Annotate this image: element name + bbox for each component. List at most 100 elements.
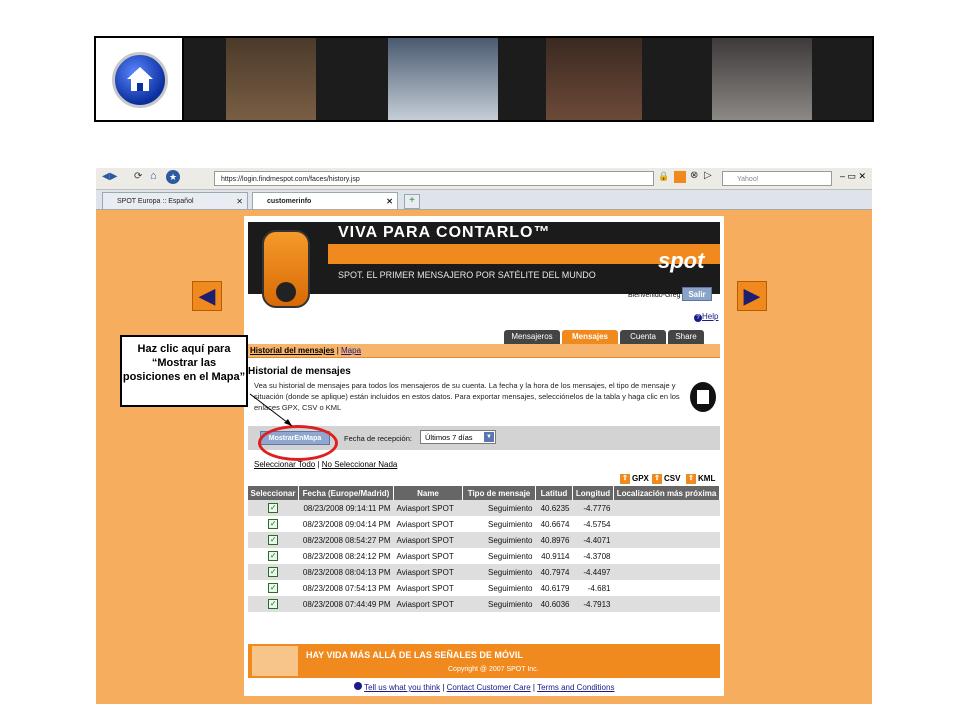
nav-tab-share[interactable]: Share bbox=[668, 330, 704, 344]
export-kml-link[interactable]: ⇧ KML bbox=[686, 474, 715, 484]
col-header-type[interactable]: Tipo de mensaje bbox=[462, 486, 536, 500]
cell-date: 08/23/2008 07:54:13 PM bbox=[298, 580, 394, 596]
checkbox-checked-icon[interactable]: ✓ bbox=[268, 551, 279, 561]
nav-tab-cuenta[interactable]: Cuenta bbox=[620, 330, 666, 344]
row-checkbox[interactable]: ✓ bbox=[248, 580, 299, 596]
logout-button[interactable]: Salir bbox=[682, 287, 712, 301]
cell-lon: -4.5754 bbox=[572, 516, 614, 532]
cell-name: Aviasport SPOT bbox=[393, 564, 463, 580]
home-icon[interactable]: ⌂ bbox=[150, 170, 157, 182]
table-header-row: Seleccionar Fecha (Europe/Madrid) Name T… bbox=[248, 486, 720, 500]
back-forward-icon[interactable]: ◀▶ bbox=[102, 171, 117, 182]
table-row[interactable]: ✓ 08/23/2008 09:04:14 PM Aviasport SPOT Seg… bbox=[248, 516, 720, 532]
close-icon[interactable]: ✕ bbox=[386, 193, 393, 210]
top-banner bbox=[94, 36, 874, 122]
export-gpx-label: GPX bbox=[632, 474, 649, 483]
nav-tab-mensajes[interactable]: Mensajes bbox=[562, 330, 618, 344]
cell-lat: 40.9114 bbox=[535, 548, 573, 564]
cell-name: Aviasport SPOT bbox=[393, 548, 463, 564]
export-kml-label: KML bbox=[698, 474, 716, 483]
date-filter-label: Fecha de recepción: bbox=[344, 434, 412, 443]
select-none-link[interactable]: No Seleccionar Nada bbox=[322, 460, 398, 469]
col-header-select[interactable]: Seleccionar bbox=[248, 486, 299, 500]
footer-band: HAY VIDA MÁS ALLÁ DE LAS SEÑALES DE MÓVI… bbox=[248, 644, 720, 678]
site-header: VIVA PARA CONTARLO™ SPOT. EL PRIMER MENS… bbox=[248, 222, 720, 308]
checkbox-checked-icon[interactable]: ✓ bbox=[268, 503, 279, 513]
export-csv-link[interactable]: ⇧ CSV bbox=[652, 474, 680, 484]
feedback-link[interactable]: Tell us what you think bbox=[364, 683, 440, 692]
contact-link[interactable]: Contact Customer Care bbox=[447, 683, 531, 692]
col-header-lat[interactable]: Latitud bbox=[535, 486, 573, 500]
table-row[interactable]: ✓ 08/23/2008 07:44:49 PM Aviasport SPOT Seg… bbox=[248, 596, 720, 612]
callout-box: Haz clic aquí para “Mostrar las posicion… bbox=[120, 335, 248, 407]
lock-icon: 🔒 bbox=[658, 171, 670, 181]
home-button[interactable] bbox=[112, 52, 168, 108]
row-checkbox[interactable]: ✓ bbox=[248, 532, 299, 548]
table-row[interactable]: ✓ 08/23/2008 08:04:13 PM Aviasport SPOT Seg… bbox=[248, 564, 720, 580]
cell-lon: -4.4071 bbox=[572, 532, 614, 548]
spot-logo: spot bbox=[658, 248, 705, 273]
close-icon[interactable]: ✕ bbox=[236, 193, 243, 210]
prev-slide-button[interactable]: ◀ bbox=[192, 281, 222, 311]
table-row[interactable]: ✓ 08/23/2008 09:14:11 PM Aviasport SPOT Seg… bbox=[248, 500, 720, 516]
url-input[interactable]: https://login.findmespot.com/faces/histo… bbox=[214, 171, 654, 186]
cell-type: Seguimiento bbox=[462, 580, 536, 596]
row-checkbox[interactable]: ✓ bbox=[248, 516, 299, 532]
checkbox-checked-icon[interactable]: ✓ bbox=[268, 567, 279, 577]
stop-icon[interactable]: ⊗ bbox=[690, 170, 698, 181]
row-checkbox[interactable]: ✓ bbox=[248, 564, 299, 580]
nav-tab-mensajeros[interactable]: Mensajeros bbox=[504, 330, 560, 344]
cell-lat: 40.6235 bbox=[535, 500, 573, 516]
favorites-star-icon[interactable]: ★ bbox=[166, 170, 180, 184]
col-header-date[interactable]: Fecha (Europe/Madrid) bbox=[298, 486, 394, 500]
row-checkbox[interactable]: ✓ bbox=[248, 500, 299, 516]
world-map-icon bbox=[252, 646, 298, 676]
table-row[interactable]: ✓ 08/23/2008 08:24:12 PM Aviasport SPOT Seg… bbox=[248, 548, 720, 564]
date-filter-value: Últimos 7 días bbox=[425, 433, 473, 442]
table-row[interactable]: ✓ 08/23/2008 08:54:27 PM Aviasport SPOT Seg… bbox=[248, 532, 720, 548]
col-header-lon[interactable]: Longitud bbox=[572, 486, 614, 500]
go-icon[interactable]: ▷ bbox=[704, 170, 712, 181]
tab-spot-europa[interactable]: SPOT Europa :: Español ✕ bbox=[102, 192, 248, 209]
photo-backpack bbox=[546, 38, 642, 120]
row-checkbox[interactable]: ✓ bbox=[248, 548, 299, 564]
search-input[interactable]: Yahoo! bbox=[722, 171, 832, 186]
next-slide-button[interactable]: ▶ bbox=[737, 281, 767, 311]
breadcrumb-history[interactable]: Historial del mensajes bbox=[250, 346, 334, 355]
select-all-link[interactable]: Seleccionar Todo bbox=[254, 460, 315, 469]
refresh-icon[interactable]: ⟳ bbox=[134, 171, 142, 182]
photo-hiker bbox=[226, 38, 316, 120]
checkbox-checked-icon[interactable]: ✓ bbox=[268, 599, 279, 609]
export-gpx-link[interactable]: ⇧ GPX bbox=[620, 474, 649, 484]
tab-label: SPOT Europa :: Español bbox=[117, 198, 194, 205]
checkbox-checked-icon[interactable]: ✓ bbox=[268, 535, 279, 545]
col-header-name[interactable]: Name bbox=[393, 486, 463, 500]
section-description: Vea su historial de mensajes para todos … bbox=[254, 381, 680, 412]
row-checkbox[interactable]: ✓ bbox=[248, 596, 299, 612]
cell-type: Seguimiento bbox=[462, 516, 536, 532]
breadcrumb-map-link[interactable]: Mapa bbox=[341, 346, 361, 355]
export-document-icon bbox=[690, 382, 716, 412]
feedback-icon bbox=[354, 682, 362, 690]
table-row[interactable]: ✓ 08/23/2008 07:54:13 PM Aviasport SPOT Seg… bbox=[248, 580, 720, 596]
checkbox-checked-icon[interactable]: ✓ bbox=[268, 583, 279, 593]
photo-snowmobile bbox=[388, 38, 498, 120]
cell-type: Seguimiento bbox=[462, 564, 536, 580]
chevron-down-icon[interactable]: ▼ bbox=[484, 432, 494, 442]
help-link[interactable]: ? Help bbox=[694, 312, 718, 322]
date-filter-select[interactable]: Últimos 7 días ▼ bbox=[420, 430, 496, 444]
new-tab-button[interactable]: + bbox=[404, 194, 420, 209]
terms-link[interactable]: Terms and Conditions bbox=[537, 683, 614, 692]
cell-date: 08/23/2008 08:54:27 PM bbox=[298, 532, 394, 548]
window-controls[interactable]: ‒ ▭ ✕ bbox=[840, 171, 866, 182]
footer-copyright: Copyright @ 2007 SPOT Inc. bbox=[448, 666, 539, 673]
callout-arrow bbox=[249, 393, 293, 427]
tab-customerinfo[interactable]: customerinfo ✕ bbox=[252, 192, 398, 209]
col-header-nearest[interactable]: Localización más próxima bbox=[613, 486, 720, 500]
welcome-text: Bienvenido-Greg bbox=[628, 292, 681, 299]
cell-name: Aviasport SPOT bbox=[393, 596, 463, 612]
tab-bar: SPOT Europa :: Español ✕ customerinfo ✕ … bbox=[96, 190, 872, 210]
checkbox-checked-icon[interactable]: ✓ bbox=[268, 519, 279, 529]
rss-icon[interactable] bbox=[674, 171, 686, 183]
cell-lat: 40.6674 bbox=[535, 516, 573, 532]
